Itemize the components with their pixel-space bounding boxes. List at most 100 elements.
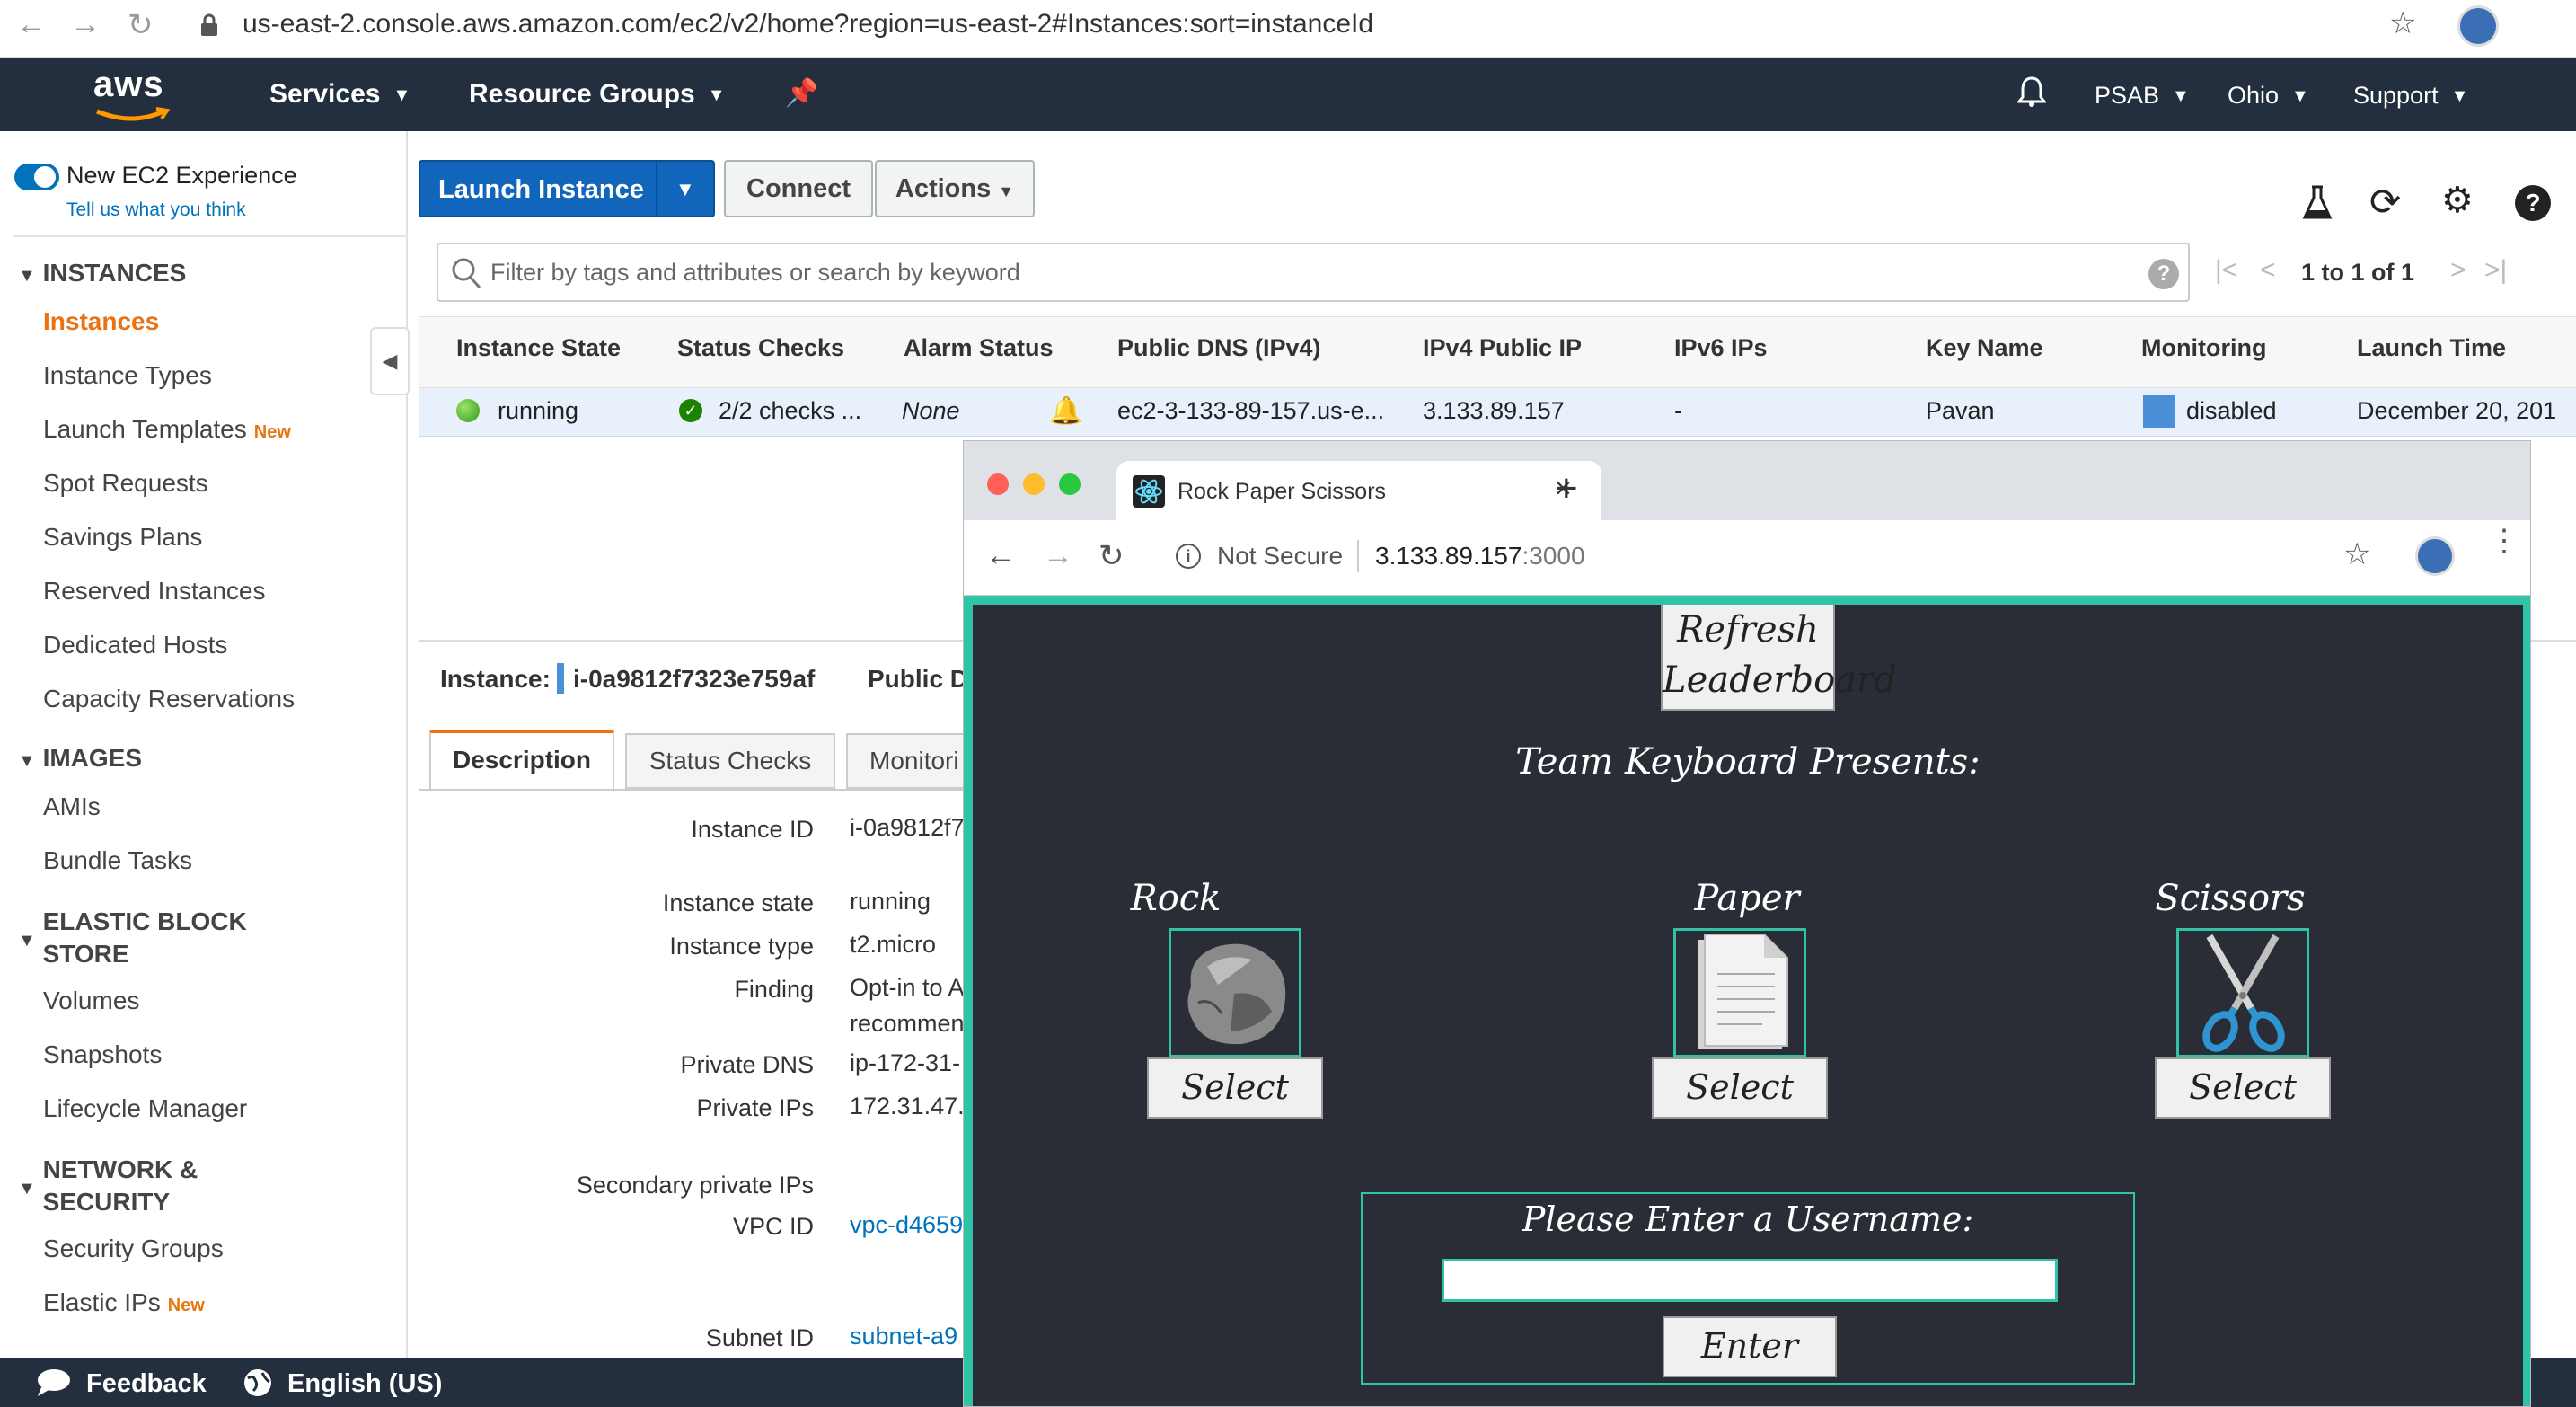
refresh-icon[interactable]: ⟳ — [2369, 180, 2401, 224]
field-label: VPC ID — [732, 1213, 814, 1240]
services-label: Services — [269, 79, 381, 109]
help-icon[interactable]: ? — [2515, 185, 2551, 221]
column-header[interactable]: Key Name — [1926, 334, 2043, 362]
reload-icon[interactable]: ↻ — [1098, 538, 1125, 574]
feedback-link[interactable]: Tell us what you think — [66, 199, 246, 221]
info-icon[interactable]: i — [1176, 544, 1201, 569]
column-header[interactable]: Monitoring — [2141, 334, 2266, 362]
region-menu[interactable]: Ohio ▼ — [2228, 82, 2309, 110]
column-header[interactable]: Status Checks — [677, 334, 844, 362]
sidebar-item-capacity-reservations[interactable]: Capacity Reservations — [43, 685, 295, 713]
select-paper-button[interactable]: Select — [1652, 1057, 1828, 1119]
collapse-sidebar-button[interactable]: ◀ — [370, 327, 410, 395]
close-window-button[interactable] — [987, 473, 1009, 495]
column-header[interactable]: Public DNS (IPv4) — [1117, 334, 1321, 362]
actions-button[interactable]: Actions ▼ — [875, 160, 1035, 217]
last-page-icon[interactable]: >| — [2484, 255, 2507, 286]
back-icon[interactable]: ← — [985, 538, 1016, 573]
account-menu[interactable]: PSAB ▼ — [2095, 82, 2190, 110]
chevron-down-icon[interactable]: ▼ — [675, 178, 695, 201]
rock-choice[interactable] — [1169, 928, 1301, 1057]
select-scissors-button[interactable]: Select — [2155, 1057, 2331, 1119]
paper-choice[interactable] — [1673, 928, 1806, 1057]
reload-icon[interactable]: ↻ — [128, 7, 154, 43]
cell-checks[interactable]: 2/2 checks ... — [719, 397, 861, 425]
help-icon[interactable]: ? — [2148, 259, 2179, 289]
scissors-choice[interactable] — [2176, 928, 2309, 1057]
gear-icon[interactable]: ⚙ — [2441, 180, 2474, 221]
services-menu[interactable]: Services ▼ — [269, 79, 410, 110]
profile-avatar[interactable] — [2457, 5, 2499, 47]
address-bar[interactable]: us-east-2.console.aws.amazon.com/ec2/v2/… — [243, 9, 1373, 40]
item-label: Launch Templates — [43, 415, 247, 443]
filter-search-input[interactable]: Filter by tags and attributes or search … — [437, 243, 2190, 302]
minimize-window-button[interactable] — [1023, 473, 1045, 495]
sidebar-item-elastic-ips[interactable]: Elastic IPs New — [43, 1288, 205, 1317]
refresh-leaderboard-button[interactable]: Refresh Leaderboard — [1661, 605, 1897, 711]
field-value: 172.31.47. — [850, 1093, 965, 1119]
subnet-link[interactable]: subnet-a9 — [850, 1323, 957, 1350]
select-rock-button[interactable]: Select — [1147, 1057, 1323, 1119]
username-input[interactable] — [1442, 1259, 2058, 1302]
more-menu-icon[interactable]: ⋮ — [2489, 526, 2519, 556]
bookmark-star-icon[interactable]: ☆ — [2389, 5, 2416, 41]
tab-description[interactable]: Description — [429, 730, 614, 791]
sidebar-item-spot-requests[interactable]: Spot Requests — [43, 469, 208, 498]
launch-label: Launch Instance — [438, 175, 644, 204]
sidebar-item-instance-types[interactable]: Instance Types — [43, 361, 212, 390]
forward-icon[interactable]: → — [1043, 538, 1073, 573]
sidebar-item-snapshots[interactable]: Snapshots — [43, 1040, 162, 1069]
resource-groups-menu[interactable]: Resource Groups ▼ — [469, 79, 726, 110]
tab-status-checks[interactable]: Status Checks — [625, 733, 835, 789]
section-title-line1: ELASTIC BLOCK — [42, 907, 247, 935]
enter-button[interactable]: Enter — [1663, 1316, 1837, 1377]
flask-icon[interactable] — [2301, 185, 2333, 226]
resource-groups-label: Resource Groups — [469, 79, 695, 109]
forward-icon[interactable]: → — [70, 7, 101, 42]
sidebar-item-security-groups[interactable]: Security Groups — [43, 1234, 224, 1263]
section-elastic-block-store[interactable]: ▼ ELASTIC BLOCK STORE — [18, 906, 247, 970]
language-selector[interactable]: English (US) — [287, 1369, 442, 1399]
back-icon[interactable]: ← — [16, 7, 47, 42]
column-header[interactable]: Launch Time — [2357, 334, 2506, 362]
section-instances[interactable]: ▼ INSTANCES — [18, 257, 186, 292]
popup-url[interactable]: 3.133.89.157:3000 — [1375, 542, 1585, 571]
connect-button[interactable]: Connect — [724, 160, 873, 217]
sidebar-item-instances[interactable]: Instances — [43, 307, 159, 336]
new-experience-toggle[interactable] — [14, 164, 59, 190]
column-header[interactable]: Instance State — [456, 334, 621, 362]
profile-avatar[interactable] — [2415, 536, 2455, 576]
bell-icon[interactable] — [2016, 75, 2048, 112]
maximize-window-button[interactable] — [1059, 473, 1081, 495]
first-page-icon[interactable]: |< — [2215, 255, 2237, 286]
support-menu[interactable]: Support ▼ — [2353, 82, 2468, 110]
pin-icon[interactable]: 📌 — [785, 77, 818, 109]
next-page-icon[interactable]: > — [2450, 255, 2466, 286]
column-header[interactable]: IPv4 Public IP — [1423, 334, 1582, 362]
aws-logo[interactable]: aws — [93, 65, 164, 105]
prev-page-icon[interactable]: < — [2260, 255, 2276, 286]
sidebar-item-amis[interactable]: AMIs — [43, 792, 101, 821]
section-images[interactable]: ▼ IMAGES — [18, 742, 142, 777]
username-form: Please Enter a Username: Enter — [1361, 1192, 2135, 1385]
sidebar-item-dedicated-hosts[interactable]: Dedicated Hosts — [43, 631, 227, 659]
vpc-link[interactable]: vpc-d4659 — [850, 1211, 963, 1239]
feedback-link[interactable]: Feedback — [86, 1369, 207, 1399]
sidebar-item-savings-plans[interactable]: Savings Plans — [43, 523, 202, 552]
field-value: t2.micro — [850, 931, 937, 958]
add-alarm-icon[interactable]: 🔔 — [1049, 395, 1082, 427]
not-secure-label[interactable]: Not Secure — [1217, 542, 1343, 571]
launch-instance-button[interactable]: Launch Instance ▼ — [419, 160, 715, 217]
sidebar-item-reserved-instances[interactable]: Reserved Instances — [43, 577, 265, 606]
lock-icon[interactable] — [199, 13, 219, 42]
new-tab-icon[interactable]: + — [1555, 466, 1578, 511]
column-header[interactable]: IPv6 IPs — [1674, 334, 1768, 362]
sidebar-item-volumes[interactable]: Volumes — [43, 987, 139, 1015]
column-header[interactable]: Alarm Status — [904, 334, 1054, 362]
bookmark-star-icon[interactable]: ☆ — [2343, 536, 2370, 572]
tab-rock-paper-scissors[interactable]: Rock Paper Scissors × — [1116, 461, 1601, 520]
sidebar-item-bundle-tasks[interactable]: Bundle Tasks — [43, 846, 192, 875]
section-network-security[interactable]: ▼ NETWORK & SECURITY — [18, 1154, 198, 1218]
sidebar-item-launch-templates[interactable]: Launch Templates New — [43, 415, 291, 444]
sidebar-item-lifecycle-manager[interactable]: Lifecycle Manager — [43, 1094, 247, 1123]
